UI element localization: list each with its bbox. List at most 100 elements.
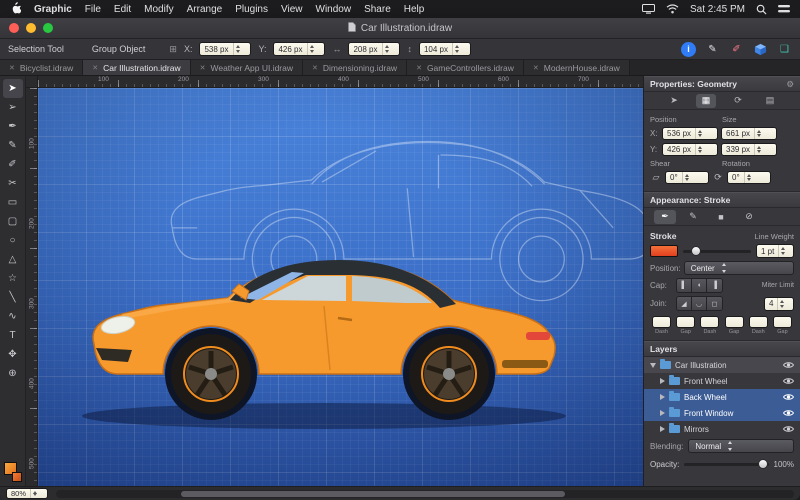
info-button[interactable]: i: [681, 42, 696, 57]
stroke-position-dropdown[interactable]: Center: [684, 261, 794, 275]
layer-row-car-illustration[interactable]: Car Illustration: [644, 357, 800, 373]
back-wheel[interactable]: [409, 334, 489, 414]
minimize-window-button[interactable]: [26, 23, 36, 33]
x-position-field[interactable]: 538 px: [199, 42, 251, 56]
title-bar[interactable]: Car Illustration.idraw: [0, 18, 800, 39]
height-stepper[interactable]: [452, 43, 462, 55]
opacity-slider[interactable]: [684, 463, 768, 466]
layer-row-back-wheel[interactable]: Back Wheel: [644, 389, 800, 405]
cap-butt-button[interactable]: ▌: [677, 279, 692, 292]
zoom-tool-icon[interactable]: ⊕: [3, 364, 23, 383]
inspector-tab-transform[interactable]: ⟳: [728, 94, 748, 108]
select-tool-icon[interactable]: ➤: [3, 79, 23, 98]
gap-field-2[interactable]: [725, 316, 744, 328]
tab-close-icon[interactable]: ✕: [312, 64, 318, 72]
inspector-x-field[interactable]: 536 px: [662, 127, 718, 140]
color-swatches[interactable]: [4, 462, 22, 482]
tab-car-illustration[interactable]: ✕Car Illustration.idraw: [83, 60, 190, 75]
horizontal-scrollbar[interactable]: [56, 490, 794, 498]
inspector-tab-document[interactable]: ▤: [760, 94, 780, 108]
menu-view[interactable]: View: [281, 4, 303, 15]
knife-tool-icon[interactable]: ✂: [3, 174, 23, 193]
orange-car[interactable]: [93, 260, 555, 420]
layer-row-mirrors[interactable]: Mirrors: [644, 421, 800, 437]
dash-field-3[interactable]: [749, 316, 768, 328]
rotation-field[interactable]: 0°: [727, 171, 771, 184]
inspector-width-field[interactable]: 661 px: [721, 127, 777, 140]
layer-row-front-window[interactable]: Front Window: [644, 405, 800, 421]
join-miter-button[interactable]: ◢: [677, 297, 692, 310]
gap-field-1[interactable]: [676, 316, 695, 328]
brush-button[interactable]: ✐: [729, 42, 744, 57]
inspector-tab-geometry[interactable]: ▦: [696, 94, 716, 108]
tab-close-icon[interactable]: ✕: [200, 64, 206, 72]
zoom-window-button[interactable]: [43, 23, 53, 33]
zoom-stepper[interactable]: [30, 489, 40, 498]
disclosure-triangle-icon[interactable]: [660, 394, 665, 400]
cap-round-button[interactable]: ◖: [692, 279, 707, 292]
tab-close-icon[interactable]: ✕: [416, 64, 422, 72]
line-tool-icon[interactable]: ╲: [3, 288, 23, 307]
tab-close-icon[interactable]: ✕: [92, 64, 98, 72]
apple-menu-icon[interactable]: [10, 1, 21, 17]
opacity-slider-knob[interactable]: [758, 459, 768, 469]
shapes-button[interactable]: ❑: [777, 42, 792, 57]
pen-tool-icon[interactable]: ✒: [3, 117, 23, 136]
display-icon[interactable]: [642, 4, 655, 14]
menu-file[interactable]: File: [85, 4, 101, 15]
tab-bicyclist[interactable]: ✕Bicyclist.idraw: [0, 60, 83, 75]
pencil-tool-icon[interactable]: ✎: [3, 136, 23, 155]
menu-app-name[interactable]: Graphic: [34, 4, 72, 15]
pencil-button[interactable]: ✎: [705, 42, 720, 57]
drawing-canvas[interactable]: [38, 88, 643, 486]
cap-square-button[interactable]: ▐: [707, 279, 722, 292]
canvas-artwork[interactable]: [38, 88, 643, 486]
scrollbar-thumb[interactable]: [181, 491, 565, 497]
menu-help[interactable]: Help: [404, 4, 425, 15]
dash-field-2[interactable]: [700, 316, 719, 328]
stroke-style-icon[interactable]: ✒: [654, 210, 676, 224]
gear-icon[interactable]: ⚙: [786, 79, 794, 90]
wifi-icon[interactable]: [666, 4, 679, 14]
ellipse-tool-icon[interactable]: ○: [3, 231, 23, 250]
disclosure-triangle-icon[interactable]: [660, 426, 665, 432]
tab-close-icon[interactable]: ✕: [9, 64, 15, 72]
menu-clock[interactable]: Sat 2:45 PM: [690, 4, 745, 15]
inspector-tab-pointer[interactable]: ➤: [664, 94, 684, 108]
search-icon[interactable]: [756, 4, 767, 15]
x-stepper[interactable]: [233, 43, 243, 55]
inspector-height-field[interactable]: 339 px: [721, 143, 777, 156]
tab-dimensioning[interactable]: ✕Dimensioning.idraw: [303, 60, 407, 75]
stroke-color-swatch[interactable]: [12, 472, 22, 482]
menu-share[interactable]: Share: [364, 4, 391, 15]
spiral-tool-icon[interactable]: ∿: [3, 307, 23, 326]
width-field[interactable]: 208 px: [348, 42, 400, 56]
gap-field-3[interactable]: [773, 316, 792, 328]
tab-modernhouse[interactable]: ✕ModernHouse.idraw: [524, 60, 630, 75]
none-style-icon[interactable]: ⊘: [738, 210, 760, 224]
width-stepper[interactable]: [382, 43, 392, 55]
visibility-icon[interactable]: [783, 393, 794, 401]
line-weight-field[interactable]: 1 pt: [756, 244, 794, 258]
direct-select-tool-icon[interactable]: ➢: [3, 98, 23, 117]
rectangle-tool-icon[interactable]: ▭: [3, 193, 23, 212]
shear-field[interactable]: 0°: [665, 171, 709, 184]
text-tool-icon[interactable]: T: [3, 326, 23, 345]
brush-tool-icon[interactable]: ✐: [3, 155, 23, 174]
line-weight-slider[interactable]: [683, 250, 751, 253]
control-center-icon[interactable]: [778, 4, 790, 14]
y-position-field[interactable]: 426 px: [273, 42, 325, 56]
menu-edit[interactable]: Edit: [114, 4, 131, 15]
stroke-color-well[interactable]: [650, 245, 678, 257]
blending-dropdown[interactable]: Normal: [688, 439, 794, 453]
visibility-icon[interactable]: [783, 409, 794, 417]
fill-style-icon[interactable]: ■: [710, 210, 732, 224]
join-bevel-button[interactable]: ◻: [707, 297, 722, 310]
join-round-button[interactable]: ◡: [692, 297, 707, 310]
disclosure-triangle-icon[interactable]: [660, 378, 665, 384]
tab-weather-app-ui[interactable]: ✕Weather App UI.idraw: [191, 60, 303, 75]
tab-gamecontrollers[interactable]: ✕GameControllers.idraw: [407, 60, 524, 75]
dash-field-1[interactable]: [652, 316, 671, 328]
layer-row-front-wheel[interactable]: Front Wheel: [644, 373, 800, 389]
hand-tool-icon[interactable]: ✥: [3, 345, 23, 364]
